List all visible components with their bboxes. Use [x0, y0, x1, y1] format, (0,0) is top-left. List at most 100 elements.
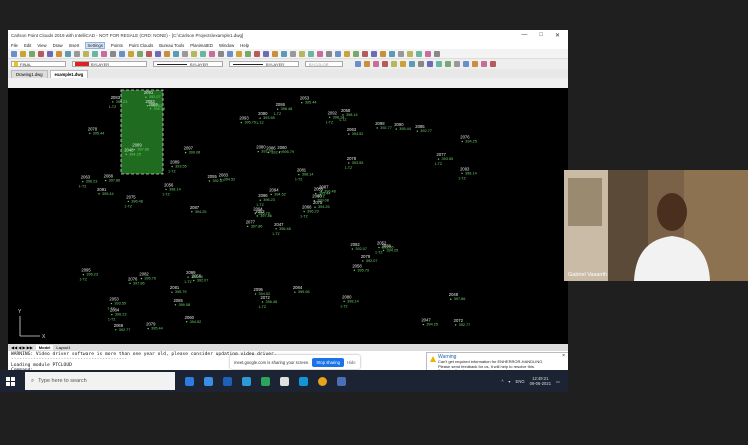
chrome-icon[interactable] — [318, 376, 327, 386]
survey-point[interactable]: 2094395.79 — [253, 207, 270, 216]
toolbar-tool-icon[interactable] — [245, 50, 251, 57]
task-view-icon[interactable] — [185, 376, 194, 386]
close-icon[interactable]: ✕ — [555, 32, 560, 39]
menu-view[interactable]: View — [37, 43, 46, 48]
survey-point[interactable]: 2081395.79 — [170, 285, 187, 294]
drawing-canvas[interactable]: 2047396.481-TZ2048394.252052397.86205339… — [8, 88, 568, 344]
tab-drawing1[interactable]: Drawing1.dwg — [11, 70, 48, 78]
windows-start-icon[interactable] — [6, 376, 15, 386]
toolbar-tool-icon[interactable] — [173, 50, 179, 57]
toolbar-tool-icon[interactable] — [191, 50, 197, 57]
layout-nav-icon[interactable]: ◀◀ ◀ ▶ ▶▶ — [11, 345, 33, 350]
survey-point[interactable]: 2095396.231-TZ — [79, 268, 98, 282]
survey-point[interactable]: 2053395.44 — [300, 96, 317, 105]
property-tool-icon[interactable] — [436, 61, 442, 67]
network-icon[interactable]: ▾ — [508, 379, 510, 384]
toolbar-tool-icon[interactable] — [74, 50, 80, 57]
survey-point[interactable]: 2082395.79 — [139, 272, 156, 281]
toolbar-tool-icon[interactable] — [281, 50, 287, 57]
tab-model[interactable]: Model — [35, 345, 54, 350]
toolbar-tool-icon[interactable] — [83, 50, 89, 57]
toolbar-tool-icon[interactable] — [398, 50, 404, 57]
survey-point[interactable]: 2072392.77 — [454, 318, 471, 327]
linetype-dropdown[interactable]: BYLAYER — [153, 61, 223, 67]
taskbar-search[interactable]: ⌕ Type here to search — [25, 372, 175, 390]
toolbar-tool-icon[interactable] — [119, 50, 125, 57]
toolbar-tool-icon[interactable] — [335, 50, 341, 57]
toolbar-tool-icon[interactable] — [56, 50, 62, 57]
explorer-icon[interactable] — [204, 376, 213, 386]
survey-point[interactable]: 2076397.86 — [128, 276, 145, 285]
toolbar-tool-icon[interactable] — [236, 50, 242, 57]
property-tool-icon[interactable] — [418, 61, 424, 67]
survey-point[interactable]: 2080398.141-TZ — [340, 294, 359, 308]
toolbar-tool-icon[interactable] — [407, 50, 413, 57]
survey-point[interactable]: 2078395.44 — [88, 126, 105, 135]
survey-point[interactable]: 2063396.231-TZ — [79, 175, 98, 189]
property-tool-icon[interactable] — [454, 61, 460, 67]
toolbar-tool-icon[interactable] — [155, 50, 161, 57]
tab-example1[interactable]: example1.dwg — [49, 70, 89, 78]
survey-point[interactable]: 2081398.141-TZ — [295, 168, 314, 182]
menu-points[interactable]: Points — [111, 43, 123, 48]
toolbar-tool-icon[interactable] — [227, 50, 233, 57]
menu-bureau-tools[interactable]: Bureau Tools — [159, 43, 184, 48]
survey-point[interactable]: 2047394.25 — [421, 318, 438, 327]
property-tool-icon[interactable] — [472, 61, 478, 67]
survey-point[interactable]: 2072396.481-TZ — [259, 295, 278, 309]
toolbar-tool-icon[interactable] — [209, 50, 215, 57]
survey-point[interactable]: 2086396.481-TZ — [274, 102, 293, 116]
survey-point[interactable]: 2058395.79 — [352, 263, 369, 272]
survey-point[interactable]: 2085392.77 — [415, 124, 432, 133]
survey-point[interactable]: 2089393.551-TZ — [168, 160, 187, 174]
menu-settings[interactable]: Settings — [85, 41, 105, 49]
toolbar-tool-icon[interactable] — [101, 50, 107, 57]
toolbar-tool-icon[interactable] — [425, 50, 431, 57]
menu-help[interactable]: Help — [240, 43, 249, 48]
menu-window[interactable]: Window — [219, 43, 234, 48]
survey-point[interactable]: 2084399.08 — [293, 285, 310, 294]
toolbar-tool-icon[interactable] — [380, 50, 386, 57]
toolbar-tool-icon[interactable] — [29, 50, 35, 57]
toolbar-tool-icon[interactable] — [128, 50, 134, 57]
survey-point[interactable]: 2096396.231-TZ — [256, 193, 275, 207]
survey-point[interactable]: 2076394.25 — [460, 134, 477, 143]
toolbar-tool-icon[interactable] — [263, 50, 269, 57]
lineweight-dropdown[interactable]: BYLAYER — [229, 61, 299, 67]
toolbar-tool-icon[interactable] — [218, 50, 224, 57]
survey-point[interactable]: 2075396.481-TZ — [124, 194, 143, 208]
survey-point[interactable]: 2060394.52 — [185, 315, 202, 324]
toolbar-tool-icon[interactable] — [200, 50, 206, 57]
toolbar-tool-icon[interactable] — [389, 50, 395, 57]
toolbar-tool-icon[interactable] — [272, 50, 278, 57]
toolbar-tool-icon[interactable] — [290, 50, 296, 57]
toolbar-tool-icon[interactable] — [92, 50, 98, 57]
mail-icon[interactable] — [223, 376, 232, 386]
survey-point[interactable]: 2090395.44 — [394, 122, 411, 131]
stop-sharing-button[interactable]: Stop sharing — [312, 357, 344, 367]
survey-point[interactable]: 2077393.551-TZ — [435, 152, 454, 166]
survey-point[interactable]: 2056398.141-TZ — [162, 182, 181, 196]
toolbar-tool-icon[interactable] — [47, 50, 53, 57]
survey-point[interactable]: 2085399.08 — [173, 298, 190, 307]
survey-point[interactable]: 2078393.551-TZ — [345, 156, 364, 170]
toolbar-tool-icon[interactable] — [254, 50, 260, 57]
toolbar-tool-icon[interactable] — [317, 50, 323, 57]
maximize-icon[interactable]: □ — [539, 32, 543, 39]
toolbar-tool-icon[interactable] — [416, 50, 422, 57]
toolbar-tool-icon[interactable] — [434, 50, 440, 57]
toolbar-tool-icon[interactable] — [11, 50, 17, 57]
property-tool-icon[interactable] — [445, 61, 451, 67]
clock[interactable]: 12:49:21 09-06-2021 — [530, 376, 551, 386]
survey-point[interactable]: 2069392.77 — [114, 323, 131, 332]
survey-point[interactable]: 2088397.86 — [104, 174, 121, 183]
survey-point[interactable]: 2077397.86 — [246, 219, 263, 228]
color-dropdown[interactable]: BYLAYER — [72, 61, 147, 67]
menu-insert[interactable]: Insert — [69, 43, 80, 48]
store-icon[interactable] — [242, 376, 251, 386]
survey-point[interactable]: 2091395.44 — [97, 187, 114, 196]
property-tool-icon[interactable] — [364, 61, 370, 67]
carlson-icon[interactable] — [337, 376, 346, 386]
survey-point[interactable]: 2084396.231-TZ — [108, 308, 127, 322]
language-indicator[interactable]: ENG — [516, 379, 525, 384]
